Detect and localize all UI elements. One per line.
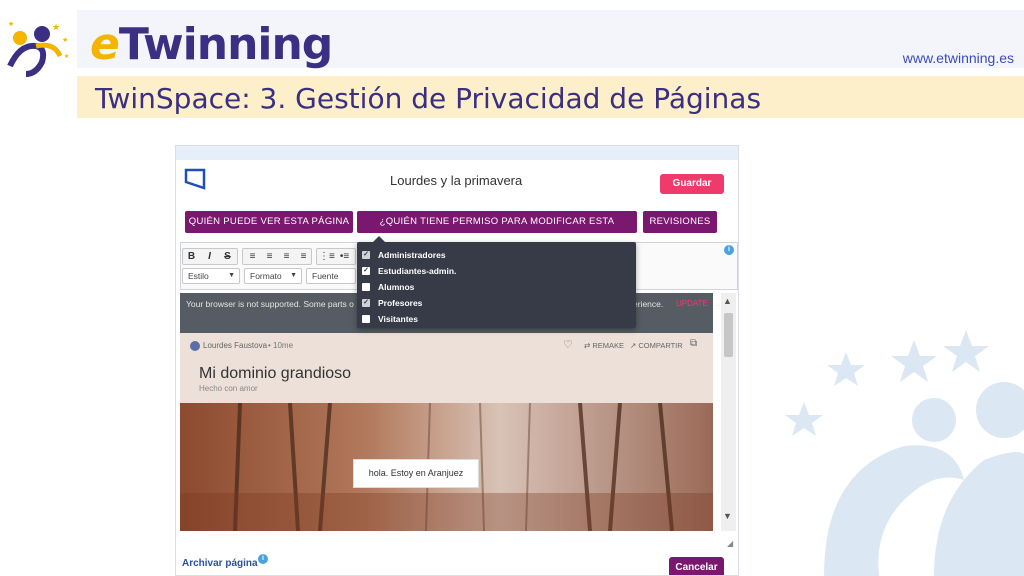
chevron-down-icon: ▼ bbox=[290, 272, 297, 279]
dropdown-item-label: Visitantes bbox=[378, 314, 419, 324]
brand-e: e bbox=[90, 19, 120, 70]
italic-button[interactable]: I bbox=[202, 249, 217, 264]
decorative-figure-icon bbox=[785, 330, 1024, 576]
format-select[interactable]: Formato ▼ bbox=[244, 268, 302, 284]
chevron-down-icon: ▼ bbox=[228, 272, 235, 279]
dropdown-item-visitantes[interactable]: Visitantes bbox=[362, 312, 418, 326]
share-button[interactable]: ↗ COMPARTIR bbox=[630, 341, 683, 350]
align-justify-icon[interactable]: ≡ bbox=[296, 249, 311, 264]
svg-text:★: ★ bbox=[8, 20, 14, 28]
tab-who-can-view[interactable]: QUIÉN PUEDE VER ESTA PÁGINA bbox=[185, 211, 353, 233]
page-icon[interactable] bbox=[184, 168, 206, 190]
dropdown-item-label: Estudiantes-admin. bbox=[378, 266, 457, 276]
chevron-up-icon[interactable]: ▲ bbox=[723, 296, 732, 306]
svg-text:★: ★ bbox=[64, 53, 69, 60]
page-content-area: Your browser is not supported. Some part… bbox=[180, 293, 713, 531]
cancel-button[interactable]: Cancelar bbox=[669, 557, 724, 575]
dropdown-item-alumnos[interactable]: Alumnos bbox=[362, 280, 414, 294]
format-select-label: Formato bbox=[250, 271, 282, 281]
tab-revisions[interactable]: REVISIONES bbox=[643, 211, 717, 233]
dropdown-item-label: Profesores bbox=[378, 298, 423, 308]
chevron-down-icon[interactable]: ▼ bbox=[723, 511, 732, 521]
checkbox-unchecked-icon[interactable] bbox=[362, 314, 370, 323]
post-title: Mi dominio grandioso bbox=[199, 365, 352, 382]
svg-text:★: ★ bbox=[62, 36, 68, 44]
strike-button[interactable]: S bbox=[220, 249, 235, 264]
window-top-strip bbox=[176, 146, 738, 160]
align-right-icon[interactable]: ≡ bbox=[279, 249, 294, 264]
dropdown-item-profesores[interactable]: ✓ Profesores bbox=[362, 296, 422, 310]
page-name: Lourdes y la primavera bbox=[390, 173, 523, 188]
dropdown-caret bbox=[373, 236, 385, 242]
dropdown-item-administradores[interactable]: ✓ Administradores bbox=[362, 248, 446, 262]
site-url[interactable]: www.etwinning.es bbox=[903, 50, 1014, 66]
post-card: Lourdes Faustova • 10me ♡ ⇄ REMAKE ↗ COM… bbox=[180, 333, 713, 403]
dropdown-item-label: Administradores bbox=[378, 250, 446, 260]
scrollbar-thumb[interactable] bbox=[724, 313, 733, 357]
svg-text:★: ★ bbox=[52, 23, 60, 33]
avatar bbox=[190, 341, 200, 351]
info-icon[interactable]: i bbox=[724, 245, 734, 255]
info-icon[interactable]: i bbox=[258, 554, 268, 564]
remake-label: REMAKE bbox=[592, 341, 625, 350]
save-button[interactable]: Guardar bbox=[660, 174, 724, 194]
align-center-icon[interactable]: ≡ bbox=[262, 249, 277, 264]
archive-page-link[interactable]: Archivar página bbox=[182, 558, 258, 569]
share-label: COMPARTIR bbox=[638, 341, 683, 350]
style-select-label: Estilo bbox=[188, 271, 209, 281]
checkbox-checked-icon[interactable]: ✓ bbox=[362, 298, 370, 307]
checkbox-unchecked-icon[interactable] bbox=[362, 282, 370, 291]
brand-wordmark: eTwinning bbox=[90, 19, 333, 70]
brand-rest: Twinning bbox=[118, 19, 333, 70]
checkbox-checked-icon[interactable]: ✓ bbox=[362, 266, 370, 275]
numbered-list-icon[interactable]: ⋮≡ bbox=[319, 249, 335, 264]
bold-button[interactable]: B bbox=[184, 249, 199, 264]
caption-box[interactable]: hola. Estoy en Aranjuez bbox=[353, 459, 479, 488]
dropdown-item-estudiantes-admin[interactable]: ✓ Estudiantes-admin. bbox=[362, 264, 456, 278]
font-select[interactable]: Fuente bbox=[306, 268, 356, 284]
browser-notice-tail: erience. bbox=[633, 299, 664, 309]
browser-notice-text: Your browser is not supported. Some part… bbox=[186, 299, 354, 309]
align-left-icon[interactable]: ≡ bbox=[245, 249, 260, 264]
update-link[interactable]: UPDATE bbox=[676, 299, 708, 308]
style-select[interactable]: Estilo ▼ bbox=[182, 268, 240, 284]
twinspace-editor-window: Lourdes y la primavera Guardar QUIÉN PUE… bbox=[175, 145, 739, 576]
checkbox-checked-icon[interactable]: ✓ bbox=[362, 250, 370, 259]
edit-permissions-dropdown: ✓ Administradores ✓ Estudiantes-admin. Alu… bbox=[357, 236, 636, 328]
slide: ★ ★ ★ ★ eTwinning www.etwinning.es TwinS… bbox=[0, 0, 1024, 576]
slide-title: TwinSpace: 3. Gestión de Privacidad de P… bbox=[95, 82, 762, 115]
etwinning-logo-icon: ★ ★ ★ ★ bbox=[7, 20, 69, 77]
post-time: • 10me bbox=[268, 341, 294, 350]
heart-icon[interactable]: ♡ bbox=[563, 338, 573, 351]
tab-who-can-edit[interactable]: ¿QUIÉN TIENE PERMISO PARA MODIFICAR ESTA… bbox=[357, 211, 637, 249]
font-select-label: Fuente bbox=[312, 271, 339, 281]
post-subtitle: Hecho con amor bbox=[199, 384, 258, 393]
external-link-icon[interactable]: ⧉ bbox=[690, 338, 697, 349]
bullet-list-icon[interactable]: •≡ bbox=[337, 249, 352, 264]
dropdown-item-label: Alumnos bbox=[378, 282, 415, 292]
resize-handle-icon[interactable]: ◢ bbox=[727, 539, 733, 548]
remake-button[interactable]: ⇄ REMAKE bbox=[584, 341, 624, 350]
post-author[interactable]: Lourdes Faustova bbox=[203, 341, 267, 350]
